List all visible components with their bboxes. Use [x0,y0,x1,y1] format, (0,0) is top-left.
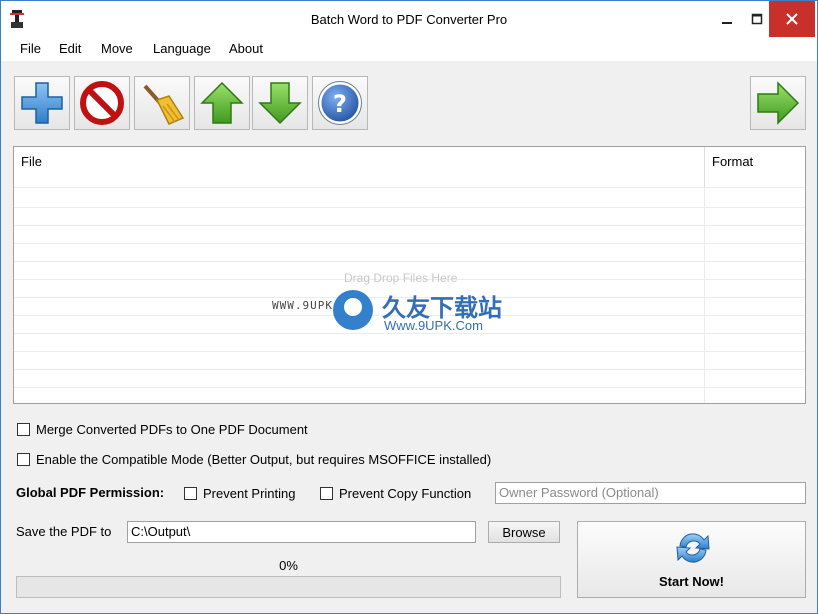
merge-label: Merge Converted PDFs to One PDF Document [36,422,308,437]
row-divider [14,207,805,208]
progress-bar [16,576,561,598]
prevent-printing-option[interactable]: Prevent Printing [184,486,296,501]
help-icon: ? [318,81,362,125]
merge-option[interactable]: Merge Converted PDFs to One PDF Document [17,422,308,437]
progress-text: 0% [279,558,298,573]
watermark-url-text: Www.9UPK.Com [384,318,483,333]
row-divider [14,225,805,226]
maximize-icon [751,13,763,25]
menu-file[interactable]: File [20,41,41,56]
save-path-input[interactable]: C:\Output\ [127,521,476,543]
add-icon [21,82,63,124]
browse-button[interactable]: Browse [488,521,560,543]
window-title: Batch Word to PDF Converter Pro [310,12,508,27]
move-up-icon [200,81,244,124]
column-header-format[interactable]: Format [704,147,804,187]
remove-file-button[interactable] [74,76,130,130]
menu-move[interactable]: Move [101,41,133,56]
compat-label: Enable the Compatible Mode (Better Outpu… [36,452,492,467]
refresh-icon [676,533,710,563]
prevent-printing-label: Prevent Printing [203,486,296,501]
menu-about[interactable]: About [229,41,263,56]
svg-text:?: ? [333,90,347,118]
prevent-copy-checkbox[interactable] [320,487,333,500]
watermark: WWW.9UPK.COM 久友下载站 Www.9UPK.Com [272,285,552,345]
start-now-button[interactable]: Start Now! [577,521,806,598]
app-window: Batch Word to PDF Converter Pro File Edi… [0,0,818,614]
move-down-button[interactable] [252,76,308,130]
clear-list-button[interactable] [134,76,190,130]
file-list[interactable]: File Format Drag Drop Files Here WWW.9UP… [13,146,806,404]
arrow-right-icon [757,81,800,125]
save-label: Save the PDF to [16,524,112,539]
owner-password-placeholder: Owner Password (Optional) [499,485,659,500]
column-divider [704,187,705,403]
prevent-copy-label: Prevent Copy Function [339,486,472,501]
merge-checkbox[interactable] [17,423,30,436]
clear-icon [143,84,185,125]
move-down-icon [258,82,302,125]
start-now-label: Start Now! [659,574,724,589]
title-bar: Batch Word to PDF Converter Pro [1,1,817,37]
move-up-button[interactable] [194,76,250,130]
row-divider [14,261,805,262]
compat-option[interactable]: Enable the Compatible Mode (Better Outpu… [17,452,491,467]
menu-bar: File Edit Move Language About [1,37,817,61]
menu-edit[interactable]: Edit [59,41,81,56]
row-divider [14,187,805,188]
row-divider [14,351,805,352]
minimize-icon [722,22,732,24]
drop-hint: Drag Drop Files Here [344,271,458,285]
help-button[interactable]: ? [312,76,368,130]
prevent-printing-checkbox[interactable] [184,487,197,500]
row-divider [14,369,805,370]
close-icon [786,13,798,25]
column-header-file[interactable]: File [14,147,704,187]
remove-icon [80,81,124,125]
menu-language[interactable]: Language [153,41,211,56]
convert-button[interactable] [750,76,806,130]
close-button[interactable] [769,1,815,37]
watermark-logo-icon [333,290,373,330]
permission-label: Global PDF Permission: [16,485,165,500]
owner-password-input[interactable]: Owner Password (Optional) [495,482,806,504]
row-divider [14,243,805,244]
prevent-copy-option[interactable]: Prevent Copy Function [320,486,471,501]
compat-checkbox[interactable] [17,453,30,466]
row-divider [14,387,805,388]
add-files-button[interactable] [14,76,70,130]
